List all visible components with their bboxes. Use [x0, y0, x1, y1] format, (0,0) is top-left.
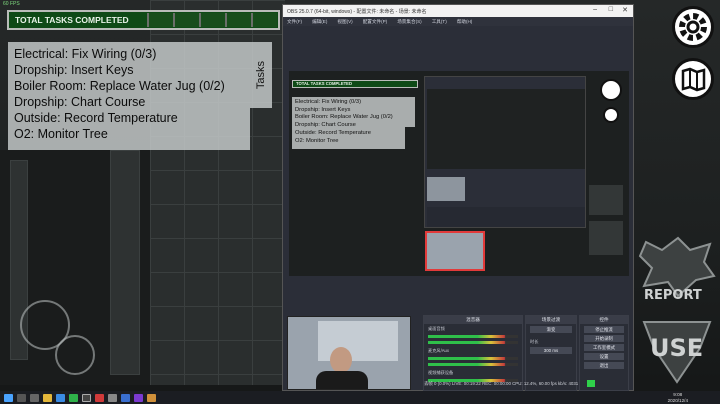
person-body — [316, 371, 368, 389]
app-icon[interactable] — [95, 393, 104, 402]
tasks-tab-label: Tasks — [255, 60, 267, 90]
tasks-tab[interactable]: Tasks — [250, 42, 272, 108]
transitions-dock: 场景过渡 渐变 时长 300 ms — [525, 315, 577, 391]
preview-webcam — [425, 231, 485, 271]
nested-docks — [427, 207, 585, 227]
total-tasks-bar: TOTAL TASKS COMPLETED — [7, 10, 280, 30]
progress-segment — [225, 13, 251, 27]
map-button[interactable] — [672, 58, 714, 100]
preview-task-item: Dropship: Chart Course — [295, 122, 356, 129]
duration-input[interactable]: 300 ms — [530, 347, 572, 354]
pipe — [110, 150, 140, 375]
task-item: Dropship: Insert Keys — [14, 63, 134, 77]
progress-segment — [147, 13, 173, 27]
mixer-track-label: 桌面音频 — [428, 326, 445, 331]
app-icon[interactable] — [69, 393, 78, 402]
task-item: Outside: Record Temperature — [14, 111, 178, 125]
settings-button[interactable]: 设置 — [584, 353, 624, 360]
exit-button[interactable]: 退出 — [584, 362, 624, 369]
studio-mode-button[interactable]: 工作室模式 — [584, 344, 624, 351]
preview-tasks-tab — [405, 97, 415, 127]
preview-map-icon — [603, 107, 619, 123]
transitions-title: 场景过渡 — [526, 316, 576, 324]
obs-status-bar: 丢帧 0 (0.0%) LIVE: 00:19:22 REC: 00:00:00… — [424, 381, 579, 386]
machine-circle — [55, 335, 95, 375]
menu-tools[interactable]: 工具(T) — [432, 19, 447, 25]
controls-title: 控件 — [580, 316, 628, 324]
taskbar-clock[interactable]: 9:08 2020/12/4 — [668, 392, 688, 403]
preview-gear-icon — [600, 79, 622, 101]
map-icon — [681, 67, 706, 92]
app-icon[interactable] — [147, 393, 156, 402]
settings-button[interactable] — [672, 6, 714, 48]
close-button[interactable]: ✕ — [622, 6, 628, 14]
stop-streaming-button[interactable]: 停止推流 — [584, 326, 624, 333]
task-view-icon[interactable] — [30, 393, 39, 402]
preview-total-tasks: TOTAL TASKS COMPLETED — [292, 80, 418, 88]
mixer-track-label: 视频捕获设备 — [428, 370, 454, 375]
search-icon[interactable] — [17, 393, 26, 402]
progress-segment — [199, 13, 225, 27]
report-label: REPORT — [644, 288, 702, 303]
preview-task-item: Boiler Room: Replace Water Jug (0/2) — [295, 114, 393, 121]
preview-task-item: Electrical: Fix Wiring (0/3) — [295, 99, 362, 105]
preview-report-icon — [589, 185, 623, 215]
webcam-feed — [287, 316, 411, 390]
progress-segment — [173, 13, 199, 27]
obs-menu-bar: 文件(F) 编辑(E) 视图(V) 配置文件(P) 场景集合(S) 工具(T) … — [283, 17, 633, 26]
nested-preview — [427, 89, 585, 169]
nested-obs-capture — [424, 76, 586, 228]
preview-task-item: Dropship: Insert Keys — [295, 106, 351, 113]
browser-icon[interactable] — [56, 393, 65, 402]
task-item: Dropship: Chart Course — [14, 95, 146, 109]
task-list-panel: Electrical: Fix Wiring (0/3) Dropship: I… — [8, 42, 250, 150]
nested-webcam — [427, 177, 465, 201]
menu-profile[interactable]: 配置文件(P) — [363, 19, 388, 25]
start-recording-button[interactable]: 开始录制 — [584, 335, 624, 342]
fps-counter: 60 FPS — [3, 1, 20, 7]
preview-task-item: Outside: Record Temperature — [295, 129, 371, 136]
audio-meter — [428, 335, 518, 338]
app-icon[interactable] — [121, 393, 130, 402]
use-button[interactable]: USE — [640, 318, 714, 384]
task-item: Electrical: Fix Wiring (0/3) — [14, 47, 157, 61]
menu-edit[interactable]: 编辑(E) — [312, 19, 327, 25]
audio-mixer-dock: 混音器 桌面音频 麦克风/Aux 视频捕获设备 — [423, 315, 523, 391]
file-explorer-icon[interactable] — [43, 393, 52, 402]
menu-scene-collection[interactable]: 场景集合(S) — [397, 19, 422, 25]
preview-task-list: Electrical: Fix Wiring (0/3) Dropship: I… — [292, 97, 405, 149]
menu-view[interactable]: 视图(V) — [337, 19, 352, 25]
obs-title: OBS 25.0.7 (64-bit, windows) - 配置文件: 未命名… — [287, 8, 427, 15]
clock-date: 2020/12/4 — [667, 397, 688, 403]
task-item: Boiler Room: Replace Water Jug (0/2) — [14, 79, 225, 93]
person-head — [330, 347, 352, 373]
recording-indicator — [587, 380, 595, 387]
obs-app-icon[interactable] — [82, 393, 91, 402]
preview-use-icon — [589, 221, 623, 255]
menu-help[interactable]: 帮助(H) — [457, 19, 473, 25]
audio-meter — [428, 357, 518, 360]
progress-segment — [251, 13, 277, 27]
duration-label: 时长 — [530, 339, 539, 344]
gear-icon — [679, 13, 707, 41]
windows-taskbar: 9:08 2020/12/4 — [0, 391, 720, 404]
game-screen: 60 FPS TOTAL TASKS COMPLETED Electrical:… — [0, 0, 720, 404]
menu-file[interactable]: 文件(F) — [287, 19, 302, 25]
task-item: O2: Monitor Tree — [14, 127, 108, 141]
use-label: USE — [650, 334, 704, 362]
mixer-title: 混音器 — [424, 316, 522, 324]
mixer-track-label: 麦克风/Aux — [428, 348, 449, 353]
obs-preview[interactable]: TOTAL TASKS COMPLETED Electrical: Fix Wi… — [289, 71, 629, 276]
total-tasks-label: TOTAL TASKS COMPLETED — [15, 15, 129, 25]
windows-start-icon[interactable] — [4, 393, 13, 402]
minimize-button[interactable]: – — [593, 6, 597, 13]
app-icon[interactable] — [134, 393, 143, 402]
app-icon[interactable] — [108, 393, 117, 402]
obs-title-bar: OBS 25.0.7 (64-bit, windows) - 配置文件: 未命名… — [283, 5, 633, 17]
transition-select[interactable]: 渐变 — [530, 326, 572, 333]
maximize-button[interactable]: □ — [609, 6, 613, 13]
report-button[interactable]: REPORT — [638, 236, 716, 303]
preview-task-item: O2: Monitor Tree — [295, 137, 339, 144]
